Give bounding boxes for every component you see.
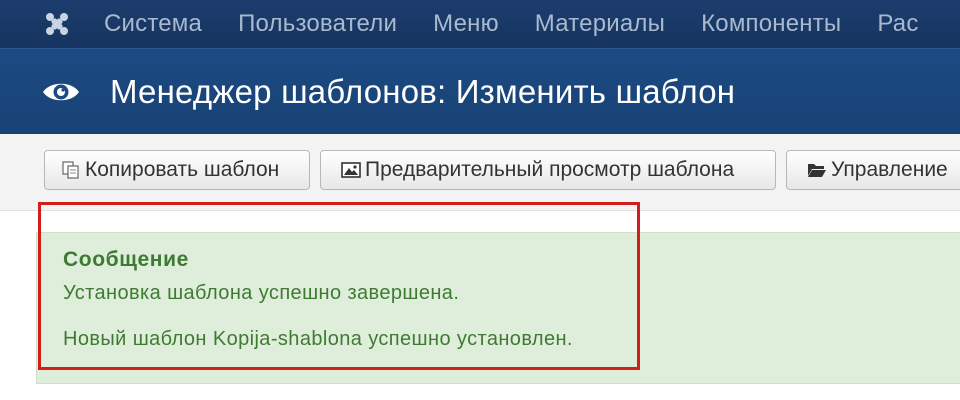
manage-folders-button[interactable]: Управление [786, 150, 960, 190]
nav-item-components[interactable]: Компоненты [701, 10, 841, 38]
joomla-logo-icon[interactable] [40, 7, 74, 41]
nav-item-system[interactable]: Система [104, 10, 202, 38]
message-line: Установка шаблона успешно завершена. [63, 282, 460, 304]
copy-icon [61, 161, 81, 179]
nav-item-menus[interactable]: Меню [433, 10, 499, 38]
page-bottom [0, 384, 960, 400]
top-navbar: Система Пользователи Меню Материалы Комп… [0, 0, 960, 48]
toolbar: Копировать шаблон Предварительный просмо… [0, 134, 960, 211]
page-title: Менеджер шаблонов: Изменить шаблон [110, 73, 736, 110]
preview-template-button[interactable]: Предварительный просмотр шаблона [320, 150, 776, 190]
nav-item-content[interactable]: Материалы [535, 10, 665, 38]
manage-label: Управление [831, 158, 948, 181]
preview-template-label: Предварительный просмотр шаблона [365, 158, 735, 181]
nav-item-users[interactable]: Пользователи [238, 10, 397, 38]
message-title: Сообщение [63, 248, 189, 271]
eye-icon [42, 78, 80, 106]
copy-template-button[interactable]: Копировать шаблон [44, 150, 310, 190]
page-header: Менеджер шаблонов: Изменить шаблон [0, 48, 960, 135]
folder-open-icon [807, 161, 827, 179]
nav-item-extensions[interactable]: Рас [877, 10, 918, 38]
copy-template-label: Копировать шаблон [85, 158, 280, 181]
message-line: Новый шаблон Kopija-shablona успешно уст… [63, 328, 573, 350]
image-icon [341, 161, 361, 179]
